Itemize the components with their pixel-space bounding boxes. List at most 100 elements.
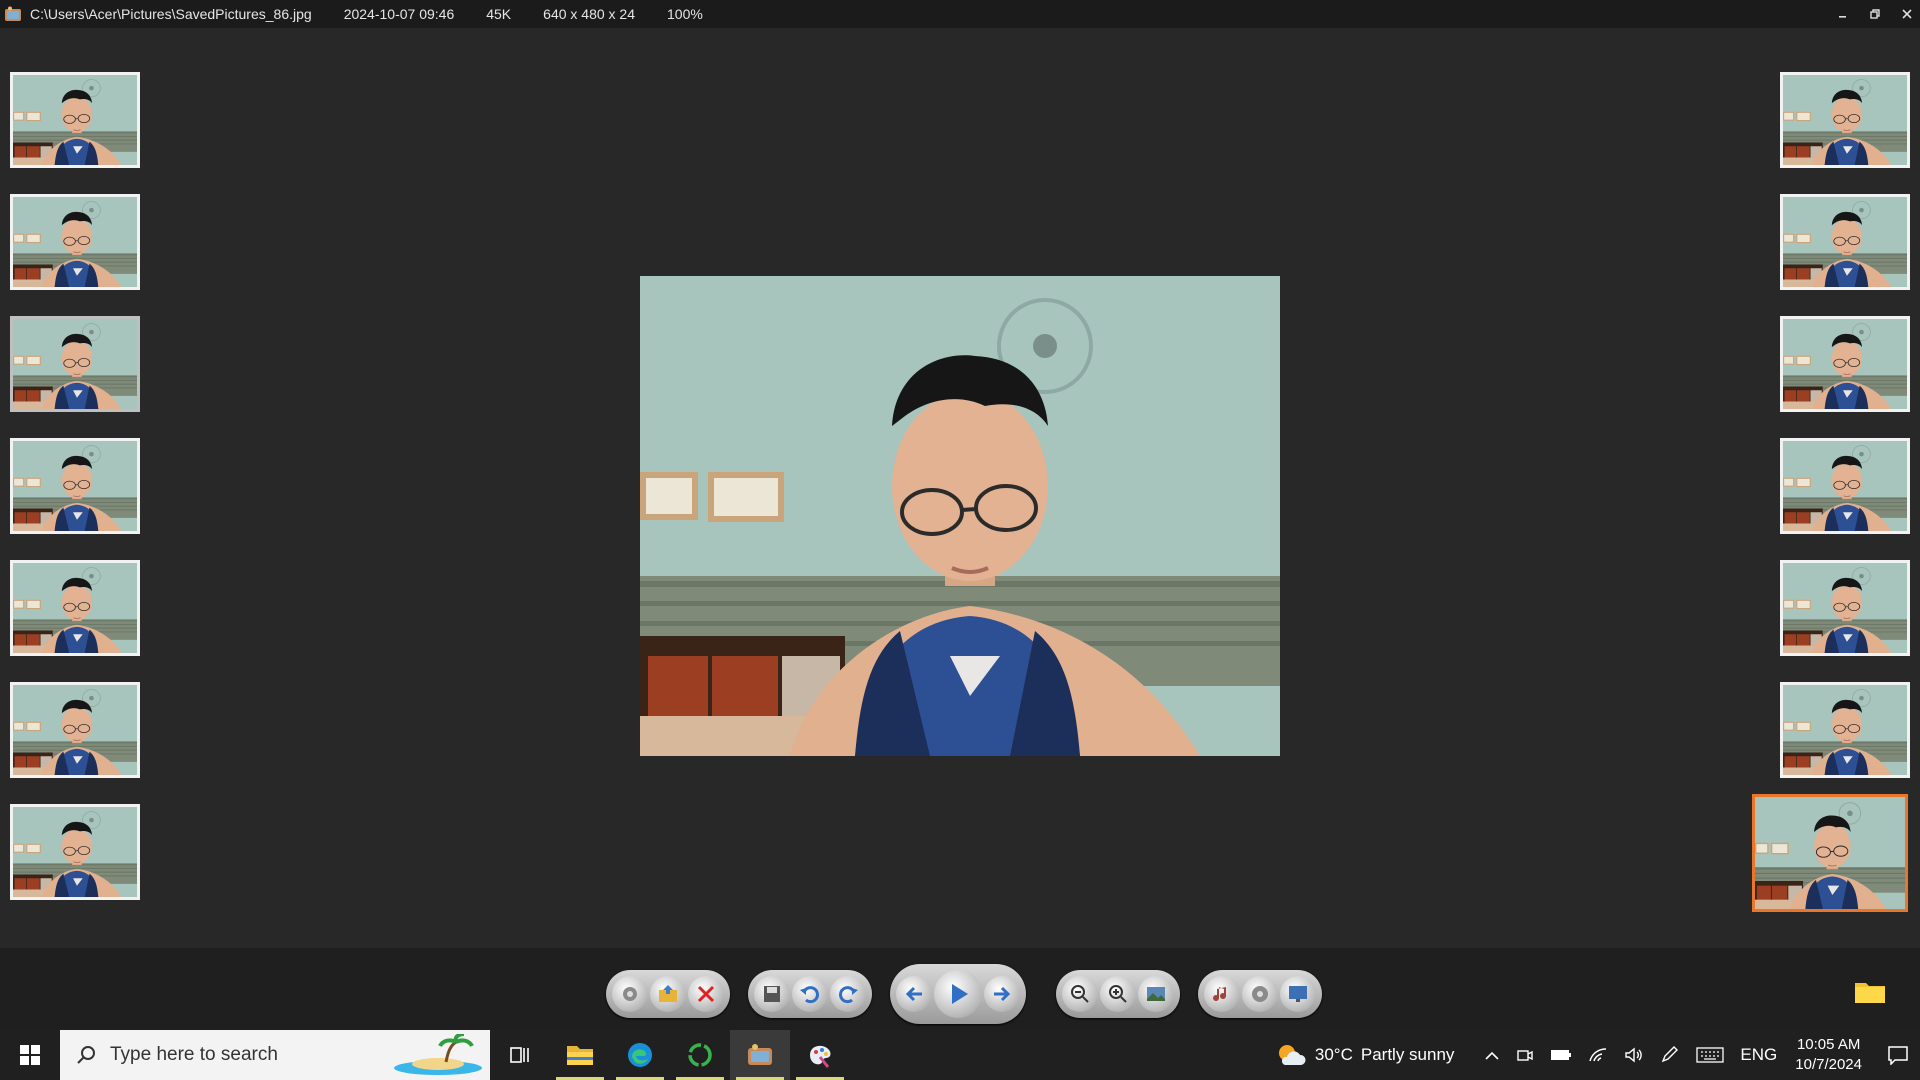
music-icon	[1213, 987, 1227, 1002]
image-dimensions: 640 x 480 x 24	[543, 6, 636, 22]
delete-button[interactable]	[688, 976, 724, 1012]
volume-button[interactable]	[1624, 1047, 1644, 1063]
edge-button[interactable]	[610, 1030, 670, 1080]
chevron-up-icon	[1485, 1051, 1499, 1060]
file-size: 45K	[486, 6, 512, 22]
close-icon[interactable]	[1902, 9, 1912, 19]
main-image[interactable]	[640, 276, 1280, 756]
settings-button[interactable]	[612, 976, 648, 1012]
fit-image-button[interactable]	[1138, 976, 1174, 1012]
folder-icon[interactable]	[1854, 978, 1886, 1004]
battery-button[interactable]	[1550, 1048, 1572, 1062]
previous-button[interactable]	[896, 976, 932, 1012]
music-button[interactable]	[1204, 976, 1240, 1012]
circle-app-icon	[688, 1043, 712, 1067]
rotate-left-button[interactable]	[792, 976, 828, 1012]
touch-keyboard-button[interactable]	[1696, 1047, 1725, 1063]
clock-date: 10/7/2024	[1795, 1056, 1862, 1073]
thumbnail-left-7[interactable]	[10, 804, 140, 900]
taskbar-search-box[interactable]: Type here to search	[60, 1030, 490, 1080]
image-viewer-area	[0, 28, 1920, 948]
zoom-in-icon	[1109, 985, 1127, 1003]
partly-sunny-icon	[1278, 1045, 1306, 1065]
thumbnail-left-2[interactable]	[10, 194, 140, 290]
save-button[interactable]	[754, 976, 790, 1012]
thumbnail-right-1[interactable]	[1780, 72, 1910, 168]
network-button[interactable]	[1588, 1047, 1608, 1063]
task-view-button[interactable]	[490, 1030, 550, 1080]
next-button[interactable]	[984, 976, 1020, 1012]
image-viewer-app-icon	[5, 6, 21, 21]
play-icon	[952, 984, 968, 1004]
rotate-right-button[interactable]	[830, 976, 866, 1012]
circle-app-button[interactable]	[670, 1030, 730, 1080]
toolbar-group-navigation	[890, 964, 1026, 1024]
slideshow-icon	[1289, 986, 1307, 1002]
windows-taskbar: Type here to search 30°C Partly sunny EN…	[0, 1030, 1920, 1080]
meet-now-button[interactable]	[1516, 1047, 1534, 1063]
delete-icon	[697, 985, 715, 1003]
clock-time: 10:05 AM	[1796, 1036, 1861, 1053]
zoom-out-button[interactable]	[1062, 976, 1098, 1012]
island-search-highlight-icon	[394, 1034, 482, 1075]
clock[interactable]: 10:05 AM 10/7/2024	[1795, 1035, 1862, 1075]
zoom-in-button[interactable]	[1100, 976, 1136, 1012]
file-explorer-button[interactable]	[550, 1030, 610, 1080]
file-explorer-icon	[567, 1046, 593, 1065]
thumbnail-right-7-selected[interactable]	[1752, 794, 1908, 912]
rotate-right-icon	[839, 986, 858, 1004]
thumbnail-right-2[interactable]	[1780, 194, 1910, 290]
open-folder-button[interactable]	[650, 976, 686, 1012]
thumbnail-left-6[interactable]	[10, 682, 140, 778]
notification-icon	[1888, 1046, 1908, 1065]
file-path: C:\Users\Acer\Pictures\SavedPictures_86.…	[30, 6, 312, 22]
toolbar-group-file	[606, 970, 730, 1018]
input-language[interactable]: ENG	[1740, 1045, 1777, 1065]
toolbar-group-zoom	[1056, 970, 1180, 1018]
rotate-left-icon	[800, 986, 819, 1004]
pen-button[interactable]	[1660, 1046, 1680, 1064]
zoom-out-icon	[1071, 985, 1089, 1003]
save-icon	[764, 986, 780, 1002]
thumbnail-left-3[interactable]	[10, 316, 140, 412]
thumbnail-right-3[interactable]	[1780, 316, 1910, 412]
weather-temperature: 30°C	[1314, 1045, 1353, 1064]
search-icon	[77, 1046, 95, 1064]
thumbnail-right-4[interactable]	[1780, 438, 1910, 534]
wifi-icon	[1589, 1048, 1607, 1062]
notifications-button[interactable]	[1876, 1045, 1920, 1065]
toolbar-group-edit	[748, 970, 872, 1018]
image-viewer-icon	[748, 1044, 772, 1065]
search-placeholder: Type here to search	[110, 1044, 278, 1065]
edge-icon	[628, 1043, 652, 1067]
toolbar-group-extras	[1198, 970, 1322, 1018]
pen-icon	[1662, 1046, 1679, 1063]
open-folder-icon	[659, 985, 677, 1002]
minimize-icon[interactable]	[1838, 9, 1848, 19]
next-icon	[994, 986, 1011, 1002]
paint-button[interactable]	[790, 1030, 850, 1080]
previous-icon	[905, 986, 922, 1002]
thumbnail-left-5[interactable]	[10, 560, 140, 656]
thumbnail-right-6[interactable]	[1780, 682, 1910, 778]
paint-icon	[810, 1045, 831, 1068]
options-icon	[1252, 986, 1268, 1002]
play-slideshow-button[interactable]	[934, 970, 982, 1018]
thumbnail-right-5[interactable]	[1780, 560, 1910, 656]
show-hidden-icons-button[interactable]	[1484, 1049, 1500, 1061]
image-viewer-taskbar-button[interactable]	[730, 1030, 790, 1080]
restore-icon[interactable]	[1870, 9, 1880, 19]
file-date: 2024-10-07 09:46	[343, 6, 455, 22]
thumbnail-left-1[interactable]	[10, 72, 140, 168]
keyboard-icon	[1696, 1047, 1725, 1063]
slideshow-settings-button[interactable]	[1280, 976, 1316, 1012]
viewer-toolbar	[0, 948, 1920, 1030]
task-view-icon	[510, 1047, 529, 1063]
weather-widget[interactable]: 30°C Partly sunny	[1275, 1041, 1454, 1069]
title-bar: C:\Users\Acer\Pictures\SavedPictures_86.…	[0, 0, 1920, 28]
settings-icon	[623, 987, 637, 1001]
start-button[interactable]	[0, 1030, 60, 1080]
thumbnail-left-4[interactable]	[10, 438, 140, 534]
zoom-level: 100%	[667, 6, 703, 22]
options-button[interactable]	[1242, 976, 1278, 1012]
